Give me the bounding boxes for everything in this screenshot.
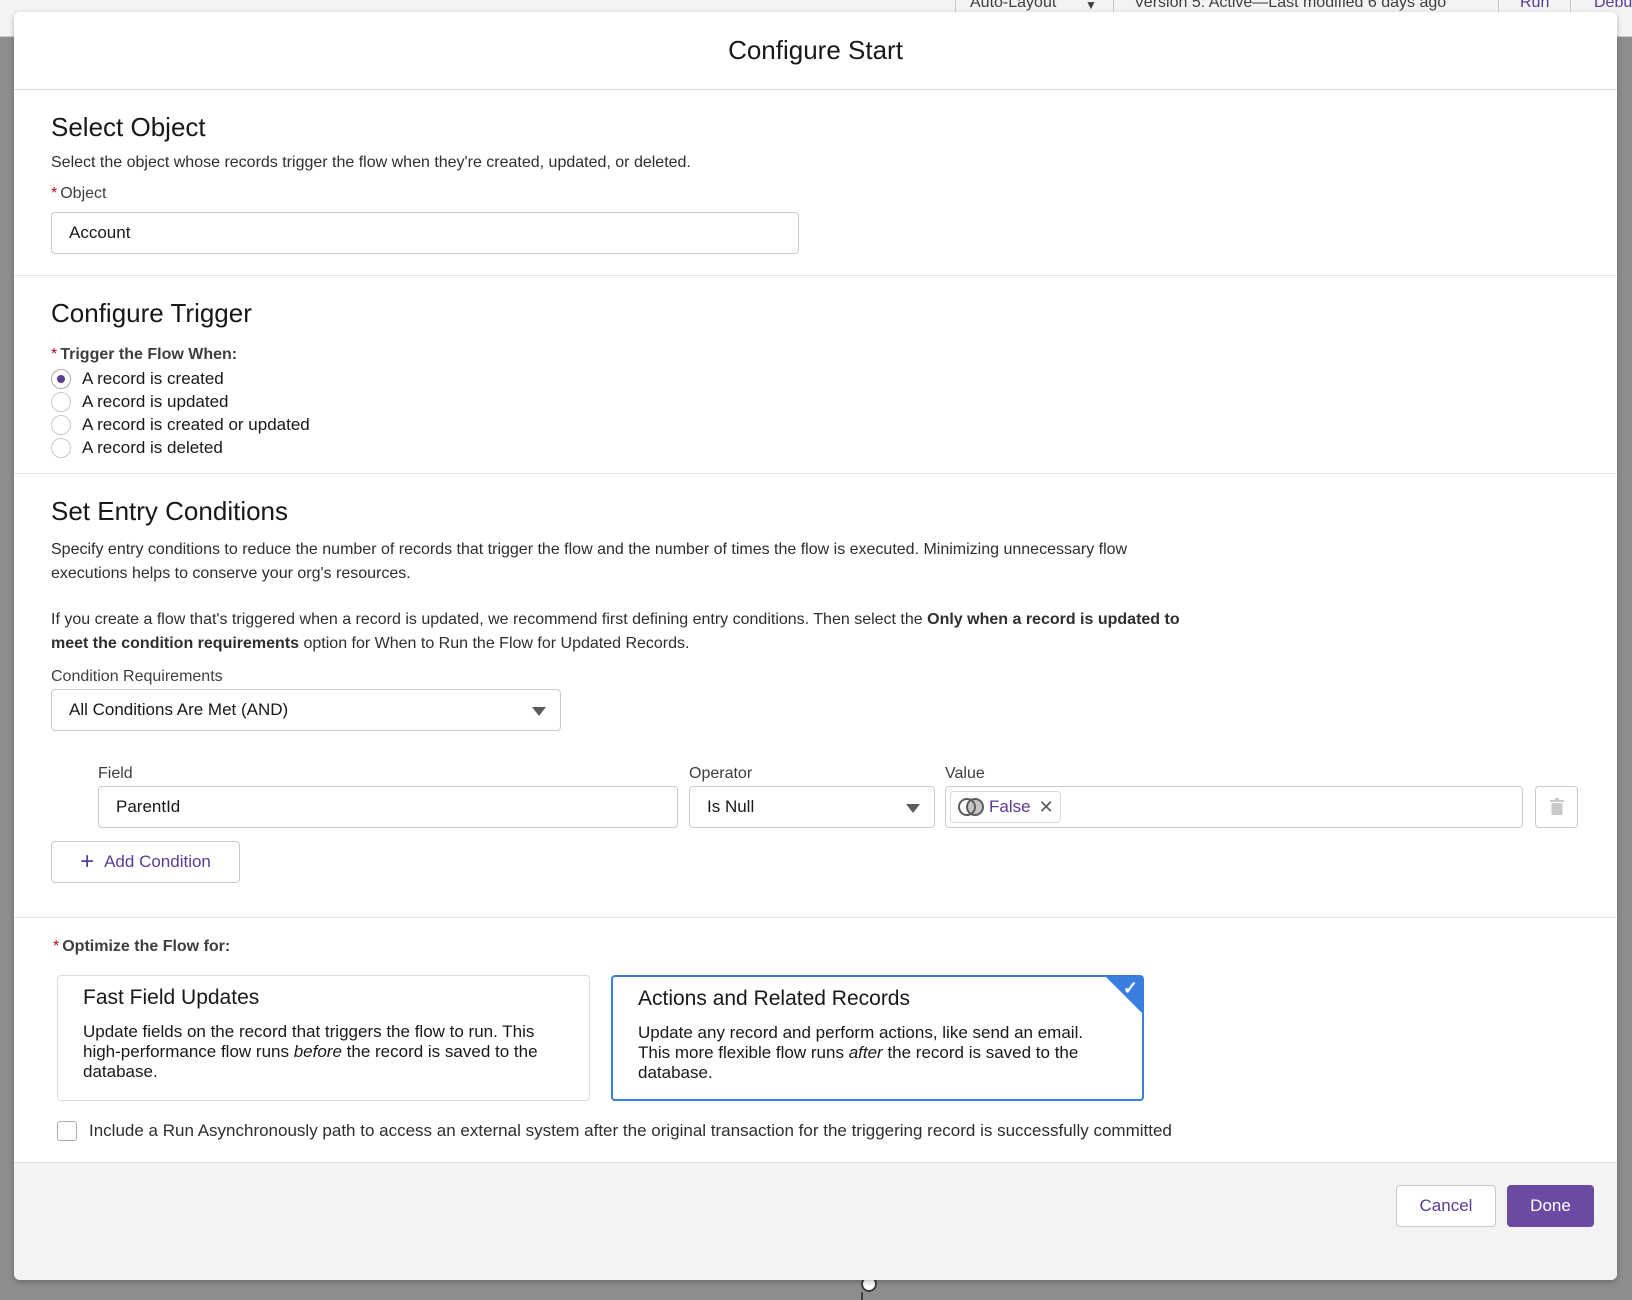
checkmark-icon: ✓: [1122, 978, 1138, 998]
close-icon[interactable]: ✕: [1039, 797, 1054, 818]
radio-button[interactable]: [51, 391, 71, 412]
required-marker: *: [51, 185, 58, 202]
section-title-select-object: Select Object: [51, 112, 206, 142]
chevron-down-icon: ▼: [1085, 0, 1097, 12]
modal-footer: Cancel Done: [14, 1162, 1617, 1280]
boolean-icon: [958, 798, 984, 816]
radio-option-deleted[interactable]: A record is deleted: [51, 436, 310, 459]
field-column-label: Field: [98, 765, 133, 782]
run-async-label: Include a Run Asynchronously path to acc…: [89, 1121, 1172, 1140]
modal-header: Configure Start: [14, 12, 1617, 90]
radio-label: A record is created: [82, 368, 224, 388]
radio-button-checked[interactable]: [51, 368, 71, 389]
card-desc-emphasis: before: [293, 1042, 342, 1061]
condition-requirements-value: All Conditions Are Met (AND): [69, 700, 289, 719]
required-marker: *: [51, 346, 58, 363]
condition-operator-select[interactable]: Is Null: [689, 786, 935, 828]
card-title: Actions and Related Records: [638, 987, 910, 1010]
object-field-label: * Object: [51, 185, 106, 203]
value-column-label: Value: [945, 765, 985, 782]
value-pill-text: False: [989, 797, 1031, 816]
version-status: Version 5: Active—Last modified 6 days a…: [1134, 0, 1447, 11]
radio-button[interactable]: [51, 414, 71, 435]
radio-option-created-or-updated[interactable]: A record is created or updated: [51, 413, 310, 436]
radio-label: A record is deleted: [82, 437, 223, 457]
configure-start-modal: Configure Start Select Object Select the…: [14, 12, 1617, 1280]
value-pill: False ✕: [950, 791, 1061, 823]
toolbar-divider: [955, 0, 956, 12]
section-title-configure-trigger: Configure Trigger: [51, 298, 252, 328]
optimize-section: * Optimize the Flow for: Fast Field Updat…: [14, 918, 1617, 1168]
entry-conditions-note: If you create a flow that's triggered wh…: [51, 608, 1191, 656]
fast-field-updates-card[interactable]: Fast Field Updates Update fields on the …: [57, 975, 590, 1101]
trash-icon: [1549, 798, 1564, 815]
radio-label: A record is created or updated: [82, 414, 310, 434]
object-label-text: Object: [60, 185, 107, 202]
toolbar-divider: [1498, 0, 1499, 12]
entry-conditions-section: Set Entry Conditions Specify entry condi…: [14, 474, 1617, 918]
select-object-description: Select the object whose records trigger …: [51, 154, 691, 171]
condition-field-input[interactable]: ParentId: [98, 786, 678, 828]
radio-option-updated[interactable]: A record is updated: [51, 390, 310, 413]
plus-icon: +: [80, 848, 95, 875]
toolbar-divider: [1113, 0, 1114, 12]
radio-option-created[interactable]: A record is created: [51, 367, 310, 390]
chevron-down-icon: [906, 804, 920, 813]
canvas-connector-line: [861, 1292, 863, 1300]
run-async-option[interactable]: Include a Run Asynchronously path to acc…: [57, 1121, 1172, 1141]
card-desc-emphasis: after: [848, 1043, 883, 1062]
operator-column-label: Operator: [689, 765, 753, 782]
card-title: Fast Field Updates: [83, 986, 260, 1009]
actions-related-records-card[interactable]: ✓ Actions and Related Records Update any…: [611, 975, 1144, 1101]
add-condition-button[interactable]: + Add Condition: [51, 841, 240, 883]
optimize-label-text: Optimize the Flow for:: [62, 938, 231, 955]
add-condition-label: Add Condition: [104, 852, 211, 871]
chevron-down-icon: [532, 707, 546, 716]
condition-value-input[interactable]: False ✕: [945, 786, 1523, 828]
cancel-button[interactable]: Cancel: [1396, 1185, 1496, 1227]
condition-operator-value: Is Null: [707, 797, 755, 816]
toolbar-divider: [1570, 0, 1571, 12]
entry-conditions-description: Specify entry conditions to reduce the n…: [51, 541, 1128, 582]
note-text: option for When to Run the Flow for Upda…: [299, 635, 690, 652]
card-description: Update fields on the record that trigger…: [83, 1022, 564, 1082]
debug-button[interactable]: Debu: [1594, 0, 1632, 12]
done-button[interactable]: Done: [1507, 1185, 1594, 1227]
note-text: If you create a flow that's triggered wh…: [51, 611, 928, 628]
trigger-radio-group: A record is created A record is updated …: [51, 367, 310, 459]
section-title-entry-conditions: Set Entry Conditions: [51, 496, 289, 526]
object-input[interactable]: Account: [51, 212, 799, 254]
run-button[interactable]: Run: [1520, 0, 1549, 12]
optimize-label: * Optimize the Flow for:: [53, 938, 230, 956]
radio-label: A record is updated: [82, 391, 229, 411]
card-description: Update any record and perform actions, l…: [638, 1023, 1117, 1083]
condition-requirements-select[interactable]: All Conditions Are Met (AND): [51, 689, 561, 731]
select-object-section: Select Object Select the object whose re…: [14, 90, 1617, 276]
radio-button[interactable]: [51, 437, 71, 458]
trigger-label: * Trigger the Flow When:: [51, 346, 237, 364]
condition-requirements-label: Condition Requirements: [51, 668, 223, 685]
layout-mode-select[interactable]: Auto-Layout: [970, 0, 1056, 12]
required-marker: *: [53, 938, 60, 955]
modal-title: Configure Start: [728, 35, 903, 65]
configure-trigger-section: Configure Trigger * Trigger the Flow When…: [14, 276, 1617, 474]
trigger-label-text: Trigger the Flow When:: [60, 346, 238, 363]
run-async-checkbox[interactable]: [57, 1121, 77, 1141]
delete-condition-button[interactable]: [1535, 786, 1578, 828]
